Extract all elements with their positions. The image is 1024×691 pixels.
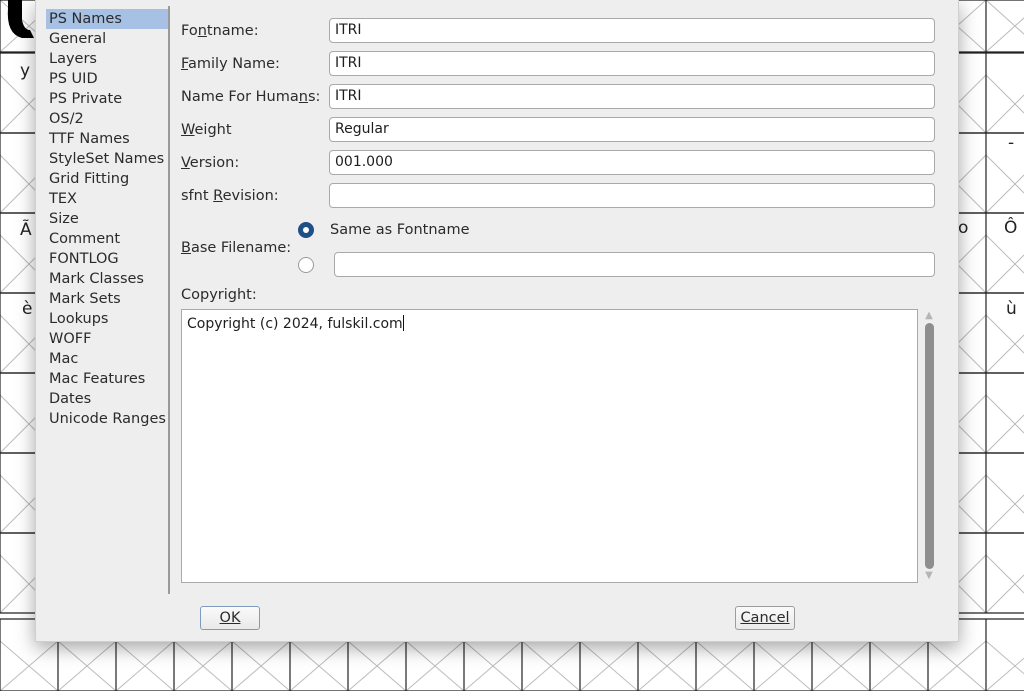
same-as-fontname-label[interactable]: Same as Fontname <box>330 222 470 238</box>
family-name-label: Family Name: <box>181 56 280 72</box>
glyph-label-y: y <box>20 61 31 81</box>
sidebar-item-dates[interactable]: Dates <box>46 389 170 409</box>
sidebar-item-ps-uid[interactable]: PS UID <box>46 69 170 89</box>
glyph-cell-cross <box>985 174 1024 214</box>
glyph-cell-cross <box>985 474 1024 514</box>
cancel-button-label: Cancel <box>740 610 790 626</box>
sidebar-item-lookups[interactable]: Lookups <box>46 309 170 329</box>
glyph-cell-cross <box>985 494 1024 534</box>
cancel-button[interactable]: Cancel <box>735 606 795 630</box>
sidebar-item-grid-fitting[interactable]: Grid Fitting <box>46 169 170 189</box>
sidebar-item-styleset-names[interactable]: StyleSet Names <box>46 149 170 169</box>
sidebar-item-fontlog[interactable]: FONTLOG <box>46 249 170 269</box>
partial-glyph-shape <box>7 0 34 38</box>
family-name-input[interactable]: ITRI <box>329 51 935 76</box>
glyph-cell-cross <box>985 234 1024 274</box>
sidebar-item-ps-names[interactable]: PS Names <box>46 9 170 29</box>
sidebar-item-ttf-names[interactable]: TTF Names <box>46 129 170 149</box>
glyph-label-u-grave: ù <box>1006 299 1017 319</box>
name-for-humans-input[interactable]: ITRI <box>329 84 935 109</box>
sidebar-item-mark-classes[interactable]: Mark Classes <box>46 269 170 289</box>
sfnt-revision-input[interactable] <box>329 183 935 208</box>
glyph-label-a-tilde: Ã <box>20 220 32 240</box>
name-for-humans-label: Name For Humans: <box>181 89 321 105</box>
sidebar-item-os-2[interactable]: OS/2 <box>46 109 170 129</box>
copyright-scrollbar[interactable]: ▲ ▼ <box>922 309 936 583</box>
sidebar-item-mac-features[interactable]: Mac Features <box>46 369 170 389</box>
ok-button[interactable]: OK <box>200 606 260 630</box>
glyph-cell-cross <box>985 254 1024 294</box>
sidebar-category-list[interactable]: PS Names General Layers PS UID PS Private OS/… <box>46 9 170 597</box>
glyph-cell-cross <box>985 94 1024 134</box>
glyph-label-o-partial: o <box>958 218 969 238</box>
same-as-fontname-radio[interactable] <box>298 222 314 238</box>
glyph-label-hyphen: - <box>1008 133 1015 153</box>
sfnt-revision-label: sfnt Revision: <box>181 188 279 204</box>
sidebar-item-unicode-ranges[interactable]: Unicode Ranges <box>46 409 170 429</box>
custom-filename-radio[interactable] <box>298 257 314 273</box>
glyph-cell-cross <box>985 17 1024 53</box>
sidebar-divider <box>168 6 170 594</box>
glyph-cell-cross <box>985 657 1024 691</box>
weight-label: Weight <box>181 122 232 138</box>
version-input[interactable]: 001.000 <box>329 150 935 175</box>
copyright-text: Copyright (c) 2024, fulskil.com <box>187 316 403 332</box>
glyph-cell-cross <box>985 74 1024 114</box>
fontname-input[interactable]: ITRI <box>329 18 935 43</box>
sidebar-item-mark-sets[interactable]: Mark Sets <box>46 289 170 309</box>
sidebar-item-mac[interactable]: Mac <box>46 349 170 369</box>
glyph-label-e-grave: è <box>22 299 33 319</box>
sidebar-item-general[interactable]: General <box>46 29 170 49</box>
scroll-down-icon[interactable]: ▼ <box>924 571 934 581</box>
scrollbar-thumb[interactable] <box>925 323 934 569</box>
glyph-cell-cross <box>985 334 1024 374</box>
glyph-cell-cross <box>985 554 1024 594</box>
glyph-cell-cross <box>985 314 1024 354</box>
custom-filename-input[interactable] <box>334 252 935 277</box>
sidebar-item-tex[interactable]: TEX <box>46 189 170 209</box>
glyph-cell-cross <box>985 574 1024 614</box>
fontname-label: Fontname: <box>181 23 259 39</box>
text-caret <box>402 315 404 331</box>
glyph-cell-cross <box>985 154 1024 194</box>
font-info-dialog: PS Names General Layers PS UID PS Private OS/… <box>35 0 959 642</box>
sidebar-item-layers[interactable]: Layers <box>46 49 170 69</box>
version-label: Version: <box>181 155 240 171</box>
glyph-cell-cross <box>985 414 1024 454</box>
sidebar-item-size[interactable]: Size <box>46 209 170 229</box>
base-filename-label: Base Filename: <box>181 240 292 256</box>
weight-input[interactable]: Regular <box>329 117 935 142</box>
glyph-cell-cross <box>985 640 1024 675</box>
glyph-label-o-circumflex-upper: Ô <box>1004 218 1018 238</box>
glyph-cell-cross <box>985 0 1024 35</box>
copyright-label: Copyright: <box>181 287 257 303</box>
copyright-textarea[interactable]: Copyright (c) 2024, fulskil.com <box>181 309 918 583</box>
sidebar-item-woff[interactable]: WOFF <box>46 329 170 349</box>
scroll-up-icon[interactable]: ▲ <box>924 311 934 321</box>
sidebar-item-ps-private[interactable]: PS Private <box>46 89 170 109</box>
glyph-cell-cross <box>985 394 1024 434</box>
sidebar-item-comment[interactable]: Comment <box>46 229 170 249</box>
